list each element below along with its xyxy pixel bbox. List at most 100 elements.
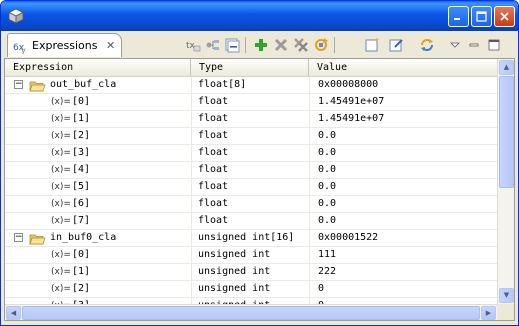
variable-icon: (x)= xyxy=(51,165,71,175)
table-row[interactable]: (x)= [2] unsigned int 0 xyxy=(5,281,498,298)
table-row[interactable]: − out_buf_cla float[8] 0x00008000 xyxy=(5,77,498,94)
variable-icon: (x)= xyxy=(51,148,71,158)
maximize-icon xyxy=(476,11,487,22)
table-row[interactable]: (x)= [7] float 0.0 xyxy=(5,213,498,230)
remove-icon xyxy=(274,38,288,52)
table-header: Expression Type Value xyxy=(5,59,498,77)
scroll-left-button[interactable]: ◀ xyxy=(6,306,21,320)
minimize-view-button[interactable] xyxy=(466,37,482,53)
minimize-icon xyxy=(454,18,460,20)
variable-icon: (x)= xyxy=(51,131,71,141)
maximize-view-icon xyxy=(488,39,500,51)
toolbar-separator xyxy=(245,37,246,53)
eclipse-window: 6x y Expressions ✕ tx Expression Type Va… xyxy=(0,0,519,326)
view-menu-button[interactable] xyxy=(447,37,463,53)
title-bar[interactable] xyxy=(1,1,518,31)
collapse-toggle-icon[interactable]: − xyxy=(14,80,23,89)
table-row[interactable]: (x)= [3] float 0.0 xyxy=(5,145,498,162)
table-row[interactable]: (x)= [1] unsigned int 222 xyxy=(5,264,498,281)
maximize-view-button[interactable] xyxy=(486,37,502,53)
column-header-type[interactable]: Type xyxy=(191,59,309,76)
expression-value: 0x00001522 xyxy=(318,232,379,243)
expression-type: float xyxy=(198,164,229,175)
show-logical-structure-button[interactable] xyxy=(205,37,221,53)
variable-icon: (x)= xyxy=(51,199,71,209)
expression-type: unsigned int[16] xyxy=(198,232,295,243)
expression-value: 111 xyxy=(318,249,337,260)
expression-value: 0.0 xyxy=(318,198,337,209)
variable-icon: (x)= xyxy=(51,114,71,124)
expression-value: 222 xyxy=(318,266,337,277)
vertical-scroll-thumb[interactable] xyxy=(499,76,514,188)
column-header-expression[interactable]: Expression xyxy=(5,59,191,76)
table-row[interactable]: (x)= [4] float 0.0 xyxy=(5,162,498,179)
expression-name: [6] xyxy=(72,198,91,209)
horizontal-scroll-thumb[interactable] xyxy=(22,306,480,320)
new-expression-icon xyxy=(365,38,379,52)
variable-icon: (x)= xyxy=(51,267,71,277)
expression-name: [0] xyxy=(72,96,91,107)
add-watch-expression-button[interactable] xyxy=(253,37,269,53)
toolbar-separator xyxy=(334,37,335,53)
logical-structure-icon xyxy=(206,40,219,50)
horizontal-scrollbar[interactable]: ◀ ▶ xyxy=(5,304,497,320)
view-menu-icon xyxy=(450,42,460,48)
table-row[interactable]: (x)= [0] float 1.45491e+07 xyxy=(5,94,498,111)
scroll-down-button[interactable]: ▼ xyxy=(499,288,514,303)
remove-all-expressions-button[interactable] xyxy=(293,37,309,53)
type-names-icon: tx xyxy=(186,41,201,52)
table-row[interactable]: (x)= [2] float 0.0 xyxy=(5,128,498,145)
expression-value: 1.45491e+07 xyxy=(318,96,385,107)
continuous-refresh-icon xyxy=(421,39,433,51)
scroll-up-button[interactable]: ▲ xyxy=(499,60,514,75)
expression-name: [1] xyxy=(72,266,91,277)
continuous-refresh-button[interactable] xyxy=(419,37,435,53)
expression-value: 0x00008000 xyxy=(318,79,379,90)
expression-type: float[8] xyxy=(198,79,247,90)
expression-value: 0.0 xyxy=(318,164,337,175)
table-row[interactable]: (x)= [0] unsigned int 111 xyxy=(5,247,498,264)
maximize-button[interactable] xyxy=(471,6,492,27)
tab-expressions[interactable]: 6x y Expressions ✕ xyxy=(7,33,122,57)
expression-value: 1.45491e+07 xyxy=(318,113,385,124)
remove-all-icon xyxy=(294,38,308,52)
scrollbar-corner xyxy=(497,304,514,320)
expression-type: unsigned int xyxy=(198,249,271,260)
minimize-button[interactable] xyxy=(448,6,469,27)
variable-icon: (x)= xyxy=(51,250,71,260)
tab-close-icon[interactable]: ✕ xyxy=(106,40,115,51)
new-expression-button[interactable] xyxy=(364,37,380,53)
add-icon xyxy=(255,39,267,51)
app-icon[interactable] xyxy=(8,8,24,24)
vertical-scrollbar[interactable]: ▲ ▼ xyxy=(497,59,514,304)
variable-icon: (x)= xyxy=(51,182,71,192)
expression-name: [2] xyxy=(72,130,91,141)
expression-value: 0 xyxy=(318,283,325,294)
expression-type: float xyxy=(198,215,229,226)
close-icon xyxy=(500,12,509,21)
close-window-button[interactable] xyxy=(494,6,515,27)
table-row[interactable]: (x)= [1] float 1.45491e+07 xyxy=(5,111,498,128)
expression-name: [2] xyxy=(72,283,91,294)
minimize-view-icon xyxy=(469,43,479,47)
variable-icon: (x)= xyxy=(51,97,71,107)
collapse-all-button[interactable] xyxy=(224,37,240,53)
table-row[interactable]: − in_buf0_cla unsigned int[16] 0x0000152… xyxy=(5,230,498,247)
collapse-toggle-icon[interactable]: − xyxy=(14,233,23,242)
edit-expression-button[interactable] xyxy=(388,37,404,53)
show-type-names-button[interactable]: tx xyxy=(185,37,201,53)
expression-name: [0] xyxy=(72,249,91,260)
expression-type: float xyxy=(198,147,229,158)
expressions-tree-table[interactable]: Expression Type Value − out_buf_cla floa… xyxy=(4,58,515,321)
collapse-all-icon xyxy=(225,38,240,53)
column-header-value[interactable]: Value xyxy=(309,59,498,76)
expressions-view-icon: 6x y xyxy=(13,39,29,58)
table-row[interactable]: (x)= [5] float 0.0 xyxy=(5,179,498,196)
expression-type: float xyxy=(198,130,229,141)
table-row[interactable]: (x)= [6] float 0.0 xyxy=(5,196,498,213)
remove-expression-button[interactable] xyxy=(273,37,289,53)
variable-icon: (x)= xyxy=(51,284,71,294)
expression-name: [7] xyxy=(72,215,91,226)
scroll-right-button[interactable]: ▶ xyxy=(481,306,496,320)
refresh-expressions-button[interactable] xyxy=(313,37,329,53)
